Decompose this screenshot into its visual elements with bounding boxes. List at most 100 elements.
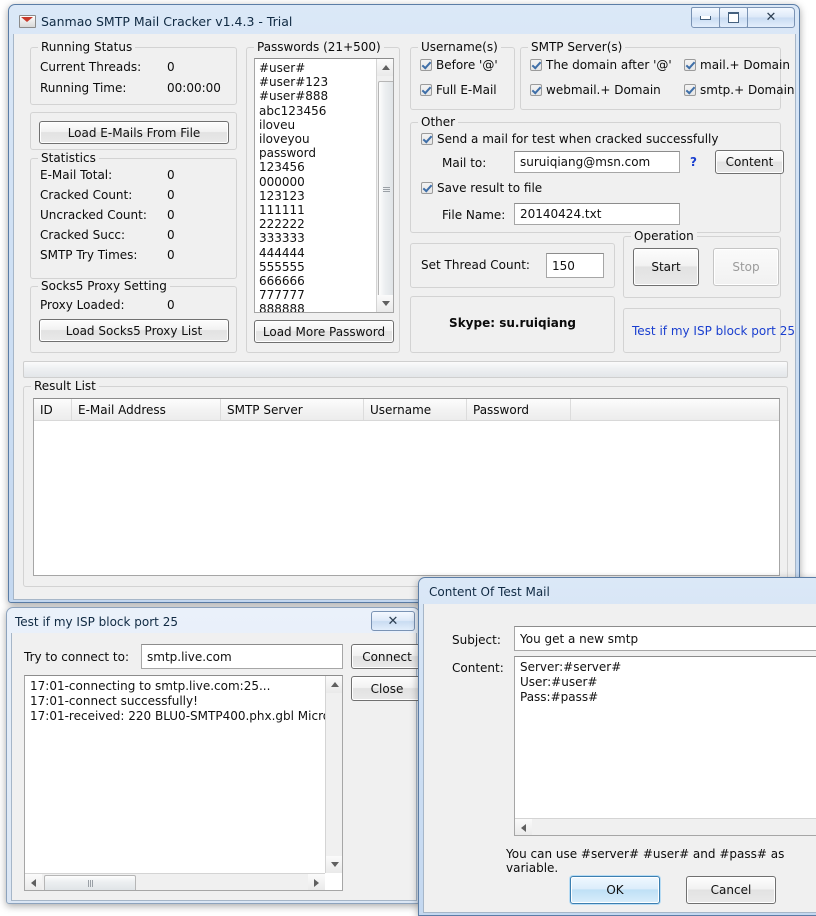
scroll-left-arrow-icon[interactable] (515, 819, 532, 835)
content-label: Content: (452, 661, 504, 675)
mail-to-label: Mail to: (442, 156, 487, 170)
password-item[interactable]: password (259, 146, 393, 160)
password-item[interactable]: #user#123 (259, 75, 393, 89)
checkbox-full-email[interactable]: Full E-Mail (420, 83, 497, 97)
main-window-titlebar[interactable]: Sanmao SMTP Mail Cracker v1.4.3 - Trial … (13, 7, 795, 34)
password-item[interactable]: 777777 (259, 288, 393, 302)
checkbox-label: Save result to file (437, 181, 543, 195)
column-header-password[interactable]: Password (467, 399, 571, 420)
checkbox-save-result[interactable]: Save result to file (421, 181, 542, 195)
isp-close-button[interactable]: ✕ (371, 611, 415, 631)
passwords-rows: #user# #user#123 #user#888 abc123456 ilo… (255, 59, 393, 312)
thread-count-input[interactable]: 150 (546, 253, 604, 278)
scroll-up-arrow-icon[interactable] (377, 59, 393, 76)
thumb-grip-icon (87, 880, 93, 887)
isp-window-titlebar[interactable]: Test if my ISP block port 25 ✕ (11, 611, 415, 633)
column-header-id[interactable]: ID (34, 399, 72, 420)
subject-input[interactable]: You get a new smtp (514, 626, 816, 651)
running-status-legend: Running Status (38, 40, 136, 54)
column-header-email-address[interactable]: E-Mail Address (72, 399, 221, 420)
content-button[interactable]: Content (715, 150, 784, 174)
thread-count-label: Set Thread Count: (421, 258, 530, 272)
checkbox-send-test-mail[interactable]: Send a mail for test when cracked succes… (421, 132, 718, 146)
scroll-down-arrow-icon[interactable] (326, 856, 342, 873)
content-dialog-titlebar[interactable]: Content Of Test Mail (423, 581, 816, 603)
mail-to-help-link[interactable]: ? (690, 155, 697, 169)
minimize-button[interactable] (691, 7, 720, 28)
checkbox-indicator-icon (530, 59, 542, 71)
checkbox-indicator-icon (684, 59, 696, 71)
isp-window-body: Try to connect to: smtp.live.com Connect… (11, 633, 423, 901)
isp-test-link[interactable]: Test if my ISP block port 25 (632, 324, 795, 338)
scroll-up-arrow-icon[interactable] (326, 676, 342, 693)
password-item[interactable]: 444444 (259, 246, 393, 260)
load-socks5-button[interactable]: Load Socks5 Proxy List (39, 319, 229, 342)
password-item[interactable]: iloveyou (259, 132, 393, 146)
password-item[interactable]: 222222 (259, 217, 393, 231)
window-caption-buttons: ✕ (691, 7, 795, 28)
load-emails-button[interactable]: Load E-Mails From File (39, 121, 229, 144)
isp-log-hscrollbar[interactable] (25, 873, 325, 890)
password-item[interactable]: 333333 (259, 231, 393, 245)
smtp-servers-legend: SMTP Server(s) (528, 40, 626, 54)
checkbox-smtp-domain[interactable]: smtp.+ Domain (684, 83, 795, 97)
checkbox-before-at[interactable]: Before '@' (420, 58, 498, 72)
splitter-bar[interactable] (23, 361, 788, 378)
scroll-right-arrow-icon[interactable] (308, 874, 325, 890)
operation-group: Operation Start Stop (623, 229, 781, 298)
hscrollbar-thumb[interactable] (44, 875, 136, 890)
proxy-loaded-label: Proxy Loaded: (40, 298, 125, 312)
content-textarea[interactable]: Server:#server# User:#user# Pass:#pass# (514, 656, 816, 836)
content-hscrollbar[interactable] (515, 818, 816, 835)
checkbox-indicator-icon (421, 182, 433, 194)
column-header-smtp-server[interactable]: SMTP Server (221, 399, 364, 420)
content-dialog: Content Of Test Mail Subject: You get a … (418, 577, 816, 916)
close-log-button[interactable]: Close (351, 676, 423, 701)
connect-to-input[interactable]: smtp.live.com (141, 644, 343, 669)
close-button[interactable]: ✕ (747, 7, 795, 28)
password-item[interactable]: #user#888 (259, 89, 393, 103)
log-line: 17:01-connecting to smtp.live.com:25... (30, 679, 271, 693)
password-item[interactable]: 888888 (259, 302, 393, 312)
column-header-username[interactable]: Username (364, 399, 467, 420)
password-item[interactable]: iloveu (259, 118, 393, 132)
stat-value-4: 0 (167, 248, 175, 262)
file-name-label: File Name: (442, 208, 506, 222)
start-button[interactable]: Start (633, 248, 699, 286)
password-item[interactable]: 555555 (259, 260, 393, 274)
skype-group: Skype: su.ruiqiang (410, 296, 615, 353)
password-item[interactable]: 123123 (259, 189, 393, 203)
ok-button[interactable]: OK (570, 876, 660, 904)
running-status-group: Running Status Current Threads: 0 Runnin… (30, 40, 237, 105)
passwords-listbox[interactable]: #user# #user#123 #user#888 abc123456 ilo… (254, 58, 394, 313)
maximize-button[interactable] (719, 7, 748, 28)
mail-to-input[interactable]: suruiqiang@msn.com (514, 151, 680, 173)
load-more-password-button[interactable]: Load More Password (254, 320, 394, 343)
password-item[interactable]: abc123456 (259, 104, 393, 118)
cancel-button[interactable]: Cancel (686, 876, 776, 904)
password-item[interactable]: 111111 (259, 203, 393, 217)
checkbox-domain-after-at[interactable]: The domain after '@' (530, 58, 672, 72)
password-item[interactable]: 666666 (259, 274, 393, 288)
password-item[interactable]: 000000 (259, 175, 393, 189)
scrollbar-thumb[interactable] (378, 81, 393, 298)
checkbox-mail-domain[interactable]: mail.+ Domain (684, 58, 790, 72)
checkbox-webmail-domain[interactable]: webmail.+ Domain (530, 83, 661, 97)
mail-envelope-icon (19, 14, 36, 28)
isp-test-window: Test if my ISP block port 25 ✕ Try to co… (6, 607, 423, 904)
running-time-value: 00:00:00 (167, 81, 221, 95)
passwords-scrollbar[interactable] (376, 59, 393, 312)
password-item[interactable]: 123456 (259, 160, 393, 174)
checkbox-label: smtp.+ Domain (700, 83, 795, 97)
file-name-input[interactable]: 20140424.txt (514, 203, 680, 225)
stat-label-0: E-Mail Total: (40, 168, 113, 182)
result-list-grid[interactable]: ID E-Mail Address SMTP Server Username P… (33, 398, 780, 576)
column-header-extra[interactable] (571, 399, 779, 420)
scroll-down-arrow-icon[interactable] (377, 295, 393, 312)
scroll-left-arrow-icon[interactable] (25, 874, 42, 890)
other-group: Other Send a mail for test when cracked … (410, 115, 784, 233)
isp-log-area[interactable]: 17:01-connecting to smtp.live.com:25... … (24, 675, 343, 891)
isp-log-vscrollbar[interactable] (325, 676, 342, 873)
password-item[interactable]: #user# (259, 61, 393, 75)
connect-button[interactable]: Connect (351, 644, 423, 669)
